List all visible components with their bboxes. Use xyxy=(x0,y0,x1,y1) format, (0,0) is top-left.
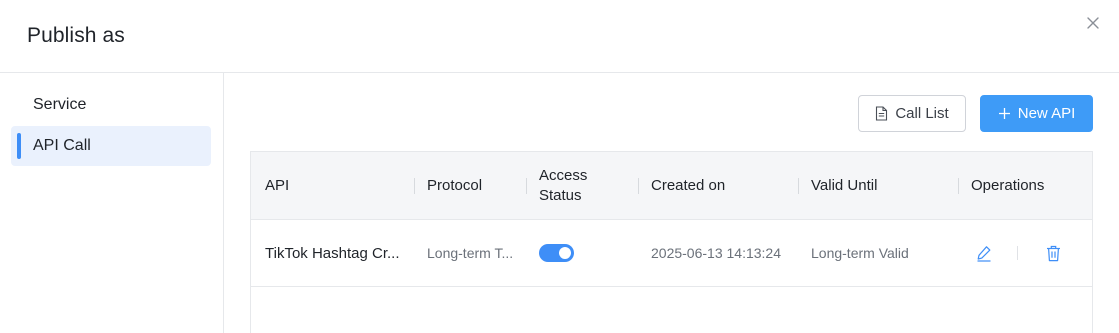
sidebar: Service API Call xyxy=(0,73,224,333)
trash-icon xyxy=(1046,245,1060,261)
delete-button[interactable] xyxy=(1044,243,1062,263)
access-status-toggle[interactable] xyxy=(539,244,574,262)
column-header-api: API xyxy=(265,177,290,194)
sidebar-item-label: API Call xyxy=(33,137,91,154)
column-header-access-status: Access Status xyxy=(539,167,588,204)
new-api-button[interactable]: New API xyxy=(980,95,1093,132)
new-api-label: New API xyxy=(1017,105,1076,122)
sidebar-item-service[interactable]: Service xyxy=(11,85,211,125)
edit-button[interactable] xyxy=(975,243,993,263)
sidebar-item-api-call[interactable]: API Call xyxy=(11,126,211,166)
edit-icon xyxy=(977,245,991,262)
protocol-cell: Long-term T... xyxy=(427,245,514,261)
call-list-label: Call List xyxy=(895,105,949,122)
sidebar-item-label: Service xyxy=(33,96,87,113)
document-icon xyxy=(875,106,888,121)
main-panel: Call List New API API Protocol Access St… xyxy=(225,73,1119,333)
column-header-operations: Operations xyxy=(971,177,1045,194)
table-row: TikTok Hashtag Cr... Long-term T... 2025… xyxy=(251,220,1092,287)
dialog-title: Publish as xyxy=(27,24,125,47)
close-button[interactable] xyxy=(1085,15,1101,31)
valid-until-cell: Long-term Valid xyxy=(811,245,909,261)
created-on-cell: 2025-06-13 14:13:24 xyxy=(651,245,781,261)
table-header: API Protocol Access Status Created on Val… xyxy=(251,152,1092,220)
api-name-cell[interactable]: TikTok Hashtag Cr... xyxy=(265,220,405,286)
api-table: API Protocol Access Status Created on Val… xyxy=(250,151,1093,333)
dialog-header: Publish as xyxy=(0,0,1119,73)
column-header-created-on: Created on xyxy=(651,177,726,194)
publish-dialog: Publish as Service API Call Call List Ne… xyxy=(0,0,1119,333)
call-list-button[interactable]: Call List xyxy=(858,95,966,132)
close-icon xyxy=(1087,17,1099,29)
column-header-valid-until: Valid Until xyxy=(811,177,878,194)
access-status-cell xyxy=(539,220,619,286)
plus-icon xyxy=(998,107,1011,120)
column-header-protocol: Protocol xyxy=(427,177,483,194)
